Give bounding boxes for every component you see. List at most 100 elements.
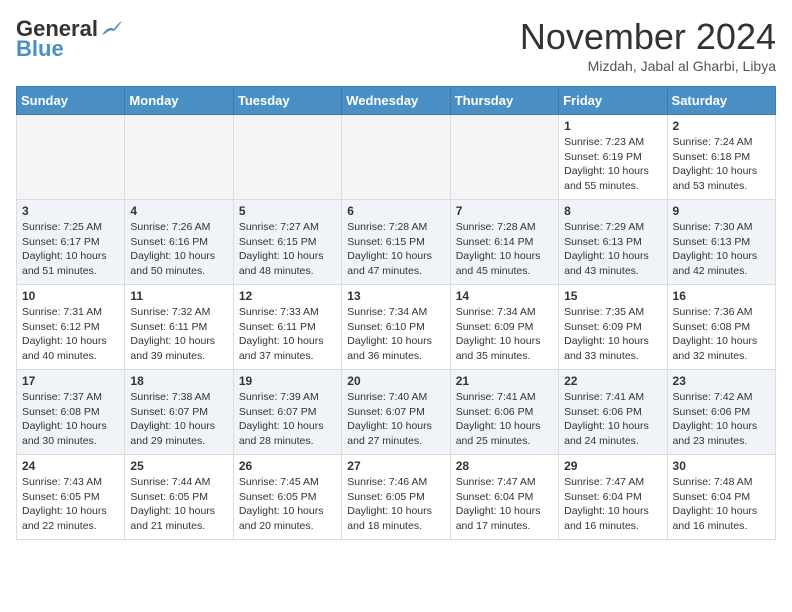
calendar-cell: 26Sunrise: 7:45 AM Sunset: 6:05 PM Dayli… (233, 455, 341, 540)
day-number: 6 (347, 204, 444, 218)
day-info: Sunrise: 7:30 AM Sunset: 6:13 PM Dayligh… (673, 220, 770, 279)
day-info: Sunrise: 7:24 AM Sunset: 6:18 PM Dayligh… (673, 135, 770, 194)
day-info: Sunrise: 7:27 AM Sunset: 6:15 PM Dayligh… (239, 220, 336, 279)
day-info: Sunrise: 7:33 AM Sunset: 6:11 PM Dayligh… (239, 305, 336, 364)
day-number: 21 (456, 374, 553, 388)
day-number: 22 (564, 374, 661, 388)
calendar-cell: 8 Sunrise: 7:29 AM Sunset: 6:13 PM Daylig… (559, 200, 667, 285)
calendar-cell (17, 115, 125, 200)
calendar-week-row: 1Sunrise: 7:23 AM Sunset: 6:19 PM Daylig… (17, 115, 776, 200)
calendar-cell: 15 Sunrise: 7:35 AM Sunset: 6:09 PM Dayli… (559, 285, 667, 370)
day-info: Sunrise: 7:34 AM Sunset: 6:10 PM Dayligh… (347, 305, 444, 364)
day-info: Sunrise: 7:28 AM Sunset: 6:15 PM Dayligh… (347, 220, 444, 279)
day-info: Sunrise: 7:26 AM Sunset: 6:16 PM Dayligh… (130, 220, 227, 279)
calendar-header-row: SundayMondayTuesdayWednesdayThursdayFrid… (17, 87, 776, 115)
calendar-cell: 3 Sunrise: 7:25 AM Sunset: 6:17 PM Daylig… (17, 200, 125, 285)
weekday-header-monday: Monday (125, 87, 233, 115)
day-info: Sunrise: 7:46 AM Sunset: 6:05 PM Dayligh… (347, 475, 444, 534)
calendar-week-row: 10 Sunrise: 7:31 AM Sunset: 6:12 PM Dayli… (17, 285, 776, 370)
calendar-cell (233, 115, 341, 200)
day-number: 9 (673, 204, 770, 218)
weekday-header-wednesday: Wednesday (342, 87, 450, 115)
calendar-cell: 14 Sunrise: 7:34 AM Sunset: 6:09 PM Dayli… (450, 285, 558, 370)
calendar-cell (342, 115, 450, 200)
calendar-cell: 16 Sunrise: 7:36 AM Sunset: 6:08 PM Dayli… (667, 285, 775, 370)
calendar-cell: 10 Sunrise: 7:31 AM Sunset: 6:12 PM Dayli… (17, 285, 125, 370)
logo-blue-text: Blue (16, 38, 64, 60)
day-info: Sunrise: 7:48 AM Sunset: 6:04 PM Dayligh… (673, 475, 770, 534)
calendar-cell: 29 Sunrise: 7:47 AM Sunset: 6:04 PM Dayli… (559, 455, 667, 540)
page-header: General Blue November 2024 Mizdah, Jabal… (16, 16, 776, 74)
day-info: Sunrise: 7:25 AM Sunset: 6:17 PM Dayligh… (22, 220, 119, 279)
day-info: Sunrise: 7:39 AM Sunset: 6:07 PM Dayligh… (239, 390, 336, 449)
day-info: Sunrise: 7:36 AM Sunset: 6:08 PM Dayligh… (673, 305, 770, 364)
calendar-cell: 30Sunrise: 7:48 AM Sunset: 6:04 PM Dayli… (667, 455, 775, 540)
calendar-cell: 12 Sunrise: 7:33 AM Sunset: 6:11 PM Dayli… (233, 285, 341, 370)
day-info: Sunrise: 7:47 AM Sunset: 6:04 PM Dayligh… (456, 475, 553, 534)
day-info: Sunrise: 7:42 AM Sunset: 6:06 PM Dayligh… (673, 390, 770, 449)
calendar-cell (450, 115, 558, 200)
day-number: 5 (239, 204, 336, 218)
day-info: Sunrise: 7:35 AM Sunset: 6:09 PM Dayligh… (564, 305, 661, 364)
day-number: 12 (239, 289, 336, 303)
day-number: 26 (239, 459, 336, 473)
weekday-header-friday: Friday (559, 87, 667, 115)
day-number: 11 (130, 289, 227, 303)
day-number: 3 (22, 204, 119, 218)
weekday-header-tuesday: Tuesday (233, 87, 341, 115)
calendar-cell: 22 Sunrise: 7:41 AM Sunset: 6:06 PM Dayli… (559, 370, 667, 455)
calendar-week-row: 24 Sunrise: 7:43 AM Sunset: 6:05 PM Dayli… (17, 455, 776, 540)
calendar-cell: 7 Sunrise: 7:28 AM Sunset: 6:14 PM Daylig… (450, 200, 558, 285)
day-info: Sunrise: 7:41 AM Sunset: 6:06 PM Dayligh… (564, 390, 661, 449)
day-info: Sunrise: 7:31 AM Sunset: 6:12 PM Dayligh… (22, 305, 119, 364)
weekday-header-saturday: Saturday (667, 87, 775, 115)
day-number: 23 (673, 374, 770, 388)
day-number: 4 (130, 204, 227, 218)
calendar-cell: 13Sunrise: 7:34 AM Sunset: 6:10 PM Dayli… (342, 285, 450, 370)
calendar-cell: 25Sunrise: 7:44 AM Sunset: 6:05 PM Dayli… (125, 455, 233, 540)
calendar-cell (125, 115, 233, 200)
day-number: 28 (456, 459, 553, 473)
day-number: 20 (347, 374, 444, 388)
calendar-week-row: 17Sunrise: 7:37 AM Sunset: 6:08 PM Dayli… (17, 370, 776, 455)
calendar-cell: 19 Sunrise: 7:39 AM Sunset: 6:07 PM Dayli… (233, 370, 341, 455)
calendar-cell: 1Sunrise: 7:23 AM Sunset: 6:19 PM Daylig… (559, 115, 667, 200)
calendar-cell: 17Sunrise: 7:37 AM Sunset: 6:08 PM Dayli… (17, 370, 125, 455)
calendar-cell: 11 Sunrise: 7:32 AM Sunset: 6:11 PM Dayli… (125, 285, 233, 370)
calendar-table: SundayMondayTuesdayWednesdayThursdayFrid… (16, 86, 776, 540)
calendar-cell: 4 Sunrise: 7:26 AM Sunset: 6:16 PM Daylig… (125, 200, 233, 285)
day-info: Sunrise: 7:47 AM Sunset: 6:04 PM Dayligh… (564, 475, 661, 534)
month-title: November 2024 (520, 16, 776, 58)
day-info: Sunrise: 7:41 AM Sunset: 6:06 PM Dayligh… (456, 390, 553, 449)
day-info: Sunrise: 7:28 AM Sunset: 6:14 PM Dayligh… (456, 220, 553, 279)
day-number: 10 (22, 289, 119, 303)
calendar-cell: 21 Sunrise: 7:41 AM Sunset: 6:06 PM Dayli… (450, 370, 558, 455)
day-number: 25 (130, 459, 227, 473)
day-info: Sunrise: 7:23 AM Sunset: 6:19 PM Dayligh… (564, 135, 661, 194)
weekday-header-thursday: Thursday (450, 87, 558, 115)
calendar-cell: 6 Sunrise: 7:28 AM Sunset: 6:15 PM Daylig… (342, 200, 450, 285)
title-area: November 2024 Mizdah, Jabal al Gharbi, L… (520, 16, 776, 74)
location-subtitle: Mizdah, Jabal al Gharbi, Libya (520, 58, 776, 74)
day-number: 14 (456, 289, 553, 303)
day-number: 16 (673, 289, 770, 303)
day-info: Sunrise: 7:29 AM Sunset: 6:13 PM Dayligh… (564, 220, 661, 279)
calendar-cell: 18Sunrise: 7:38 AM Sunset: 6:07 PM Dayli… (125, 370, 233, 455)
day-info: Sunrise: 7:40 AM Sunset: 6:07 PM Dayligh… (347, 390, 444, 449)
day-info: Sunrise: 7:34 AM Sunset: 6:09 PM Dayligh… (456, 305, 553, 364)
day-info: Sunrise: 7:37 AM Sunset: 6:08 PM Dayligh… (22, 390, 119, 449)
calendar-cell: 23 Sunrise: 7:42 AM Sunset: 6:06 PM Dayli… (667, 370, 775, 455)
day-number: 8 (564, 204, 661, 218)
day-number: 29 (564, 459, 661, 473)
day-number: 18 (130, 374, 227, 388)
day-number: 15 (564, 289, 661, 303)
calendar-cell: 9 Sunrise: 7:30 AM Sunset: 6:13 PM Daylig… (667, 200, 775, 285)
day-number: 2 (673, 119, 770, 133)
day-number: 19 (239, 374, 336, 388)
day-number: 7 (456, 204, 553, 218)
day-info: Sunrise: 7:43 AM Sunset: 6:05 PM Dayligh… (22, 475, 119, 534)
day-number: 24 (22, 459, 119, 473)
logo-bird-icon (100, 21, 122, 39)
day-info: Sunrise: 7:32 AM Sunset: 6:11 PM Dayligh… (130, 305, 227, 364)
calendar-cell: 20 Sunrise: 7:40 AM Sunset: 6:07 PM Dayli… (342, 370, 450, 455)
